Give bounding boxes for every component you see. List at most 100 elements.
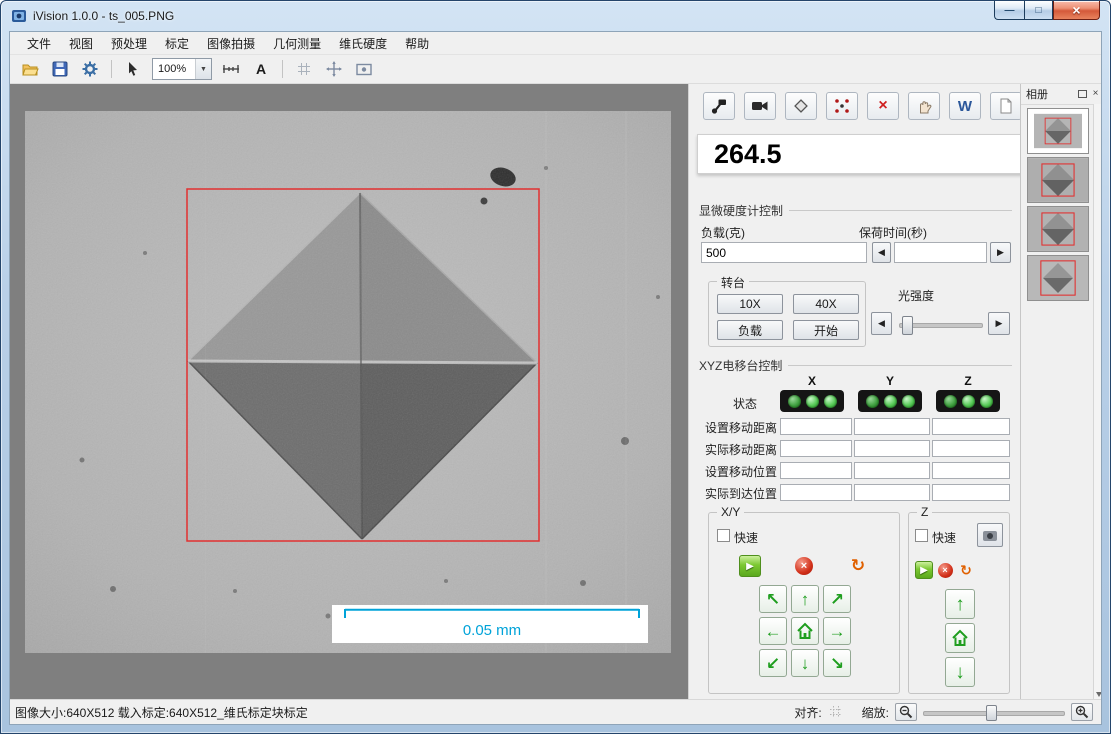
open-file-button[interactable] xyxy=(16,56,44,82)
z-jog-down-button[interactable]: ↓ xyxy=(945,657,975,687)
actual-distance-y-input[interactable] xyxy=(854,440,930,457)
capture-frame-button[interactable] xyxy=(350,56,378,82)
microscope-image[interactable]: 0.05 mm xyxy=(25,111,671,653)
crosshair-button[interactable] xyxy=(320,56,348,82)
xy-stop-button[interactable]: × xyxy=(793,555,815,577)
measure-tool-button[interactable] xyxy=(217,56,245,82)
report-page-button[interactable] xyxy=(990,92,1022,120)
set-position-x-input[interactable] xyxy=(780,462,852,479)
set-position-z-input[interactable] xyxy=(932,462,1010,479)
album-scrollbar[interactable] xyxy=(1093,104,1102,699)
video-camera-icon xyxy=(751,97,769,115)
settings-button[interactable] xyxy=(76,56,104,82)
album-thumbnail-2[interactable] xyxy=(1027,157,1089,203)
set-distance-y-input[interactable] xyxy=(854,418,930,435)
y-status-leds xyxy=(858,390,922,412)
set-distance-z-input[interactable] xyxy=(932,418,1010,435)
jog-up-right-button[interactable]: ↗ xyxy=(823,585,851,613)
save-button[interactable] xyxy=(46,56,74,82)
actual-position-x-input[interactable] xyxy=(780,484,852,501)
set-distance-x-input[interactable] xyxy=(780,418,852,435)
jog-right-button[interactable]: → xyxy=(823,617,851,645)
zoom-out-button[interactable] xyxy=(895,703,917,721)
zoom-slider-thumb[interactable] xyxy=(986,705,997,721)
hold-time-input[interactable] xyxy=(894,242,987,263)
z-jog-up-button[interactable]: ↑ xyxy=(945,589,975,619)
z-home-button[interactable] xyxy=(945,623,975,653)
close-button[interactable]: × xyxy=(1053,1,1100,20)
xy-reset-button[interactable]: ↻ xyxy=(847,555,869,577)
stage-connect-button[interactable] xyxy=(703,92,735,120)
jog-up-button[interactable]: ↑ xyxy=(791,585,819,613)
minimize-button[interactable]: — xyxy=(994,1,1024,20)
scroll-down-arrow[interactable] xyxy=(1096,692,1102,697)
menu-geometry[interactable]: 几何测量 xyxy=(264,32,330,55)
hold-time-increase-button[interactable]: ▶ xyxy=(990,242,1011,263)
light-slider-thumb[interactable] xyxy=(902,316,913,335)
load-input[interactable] xyxy=(701,242,867,263)
xy-run-button[interactable]: ▶ xyxy=(739,555,761,577)
actual-distance-z-input[interactable] xyxy=(932,440,1010,457)
set-position-y-input[interactable] xyxy=(854,462,930,479)
z-stop-button[interactable]: × xyxy=(936,561,954,579)
arrow-up-icon: ↑ xyxy=(955,595,965,614)
chevron-down-icon[interactable]: ▼ xyxy=(195,59,211,79)
z-config-button[interactable] xyxy=(977,523,1003,547)
title-bar[interactable]: iVision 1.0.0 - ts_005.PNG — □ × xyxy=(1,1,1110,31)
menu-preprocess[interactable]: 预处理 xyxy=(102,32,156,55)
actual-position-y-input[interactable] xyxy=(854,484,930,501)
menu-file[interactable]: 文件 xyxy=(18,32,60,55)
xy-fast-checkbox[interactable] xyxy=(717,529,730,542)
pan-tool-button[interactable] xyxy=(908,92,940,120)
maximize-button[interactable]: □ xyxy=(1024,1,1053,20)
turret-40x-button[interactable]: 40X xyxy=(793,294,859,314)
album-float-button[interactable] xyxy=(1076,88,1089,101)
start-button[interactable]: 开始 xyxy=(793,320,859,340)
z-group-title: Z xyxy=(917,505,932,519)
light-increase-button[interactable]: ▶ xyxy=(988,312,1010,335)
jog-up-left-button[interactable]: ↖ xyxy=(759,585,787,613)
measure-points-button[interactable] xyxy=(826,92,858,120)
menu-help[interactable]: 帮助 xyxy=(396,32,438,55)
album-thumbnail-3[interactable] xyxy=(1027,206,1089,252)
tool-bar: 100% ▼ A xyxy=(10,55,1101,84)
menu-calibration[interactable]: 标定 xyxy=(156,32,198,55)
indent-measure-button[interactable] xyxy=(785,92,817,120)
album-thumbnail-1[interactable] xyxy=(1027,108,1089,154)
stop-icon: × xyxy=(938,563,953,578)
text-annotation-button[interactable]: A xyxy=(247,56,275,82)
jog-down-button[interactable]: ↓ xyxy=(791,649,819,677)
light-decrease-button[interactable]: ◀ xyxy=(871,312,892,335)
menu-capture[interactable]: 图像拍摄 xyxy=(198,32,264,55)
jog-left-button[interactable]: ← xyxy=(759,617,787,645)
camera-button[interactable] xyxy=(744,92,776,120)
hold-time-decrease-button[interactable]: ◀ xyxy=(872,242,891,263)
grid-overlay-button[interactable] xyxy=(290,56,318,82)
export-word-button[interactable]: W xyxy=(949,92,981,120)
actual-distance-label: 实际移动距离 xyxy=(689,441,777,458)
turret-load-button[interactable]: 负载 xyxy=(717,320,783,340)
menu-vickers[interactable]: 维氏硬度 xyxy=(330,32,396,55)
actual-distance-x-input[interactable] xyxy=(780,440,852,457)
delete-measure-button[interactable]: × xyxy=(867,92,899,120)
jog-down-left-button[interactable]: ↙ xyxy=(759,649,787,677)
led-icon xyxy=(884,395,897,408)
hardness-section-title: 显微硬度计控制 xyxy=(699,202,783,219)
arrow-right-icon: → xyxy=(829,623,846,640)
z-fast-checkbox[interactable] xyxy=(915,529,928,542)
z-run-button[interactable]: ▶ xyxy=(915,561,933,579)
jog-down-right-button[interactable]: ↘ xyxy=(823,649,851,677)
zoom-in-button[interactable] xyxy=(1071,703,1093,721)
open-folder-icon xyxy=(21,61,39,77)
z-reset-button[interactable]: ↻ xyxy=(957,561,975,579)
zoom-slider[interactable] xyxy=(923,704,1065,720)
album-thumbnail-4[interactable] xyxy=(1027,255,1089,301)
zoom-level-combobox[interactable]: 100% ▼ xyxy=(152,58,212,80)
menu-view[interactable]: 视图 xyxy=(60,32,102,55)
turret-10x-button[interactable]: 10X xyxy=(717,294,783,314)
album-close-button[interactable]: × xyxy=(1089,88,1102,101)
actual-position-z-input[interactable] xyxy=(932,484,1010,501)
select-tool-button[interactable] xyxy=(119,56,147,82)
align-grid-icon[interactable] xyxy=(828,704,844,720)
xy-home-button[interactable] xyxy=(791,617,819,645)
